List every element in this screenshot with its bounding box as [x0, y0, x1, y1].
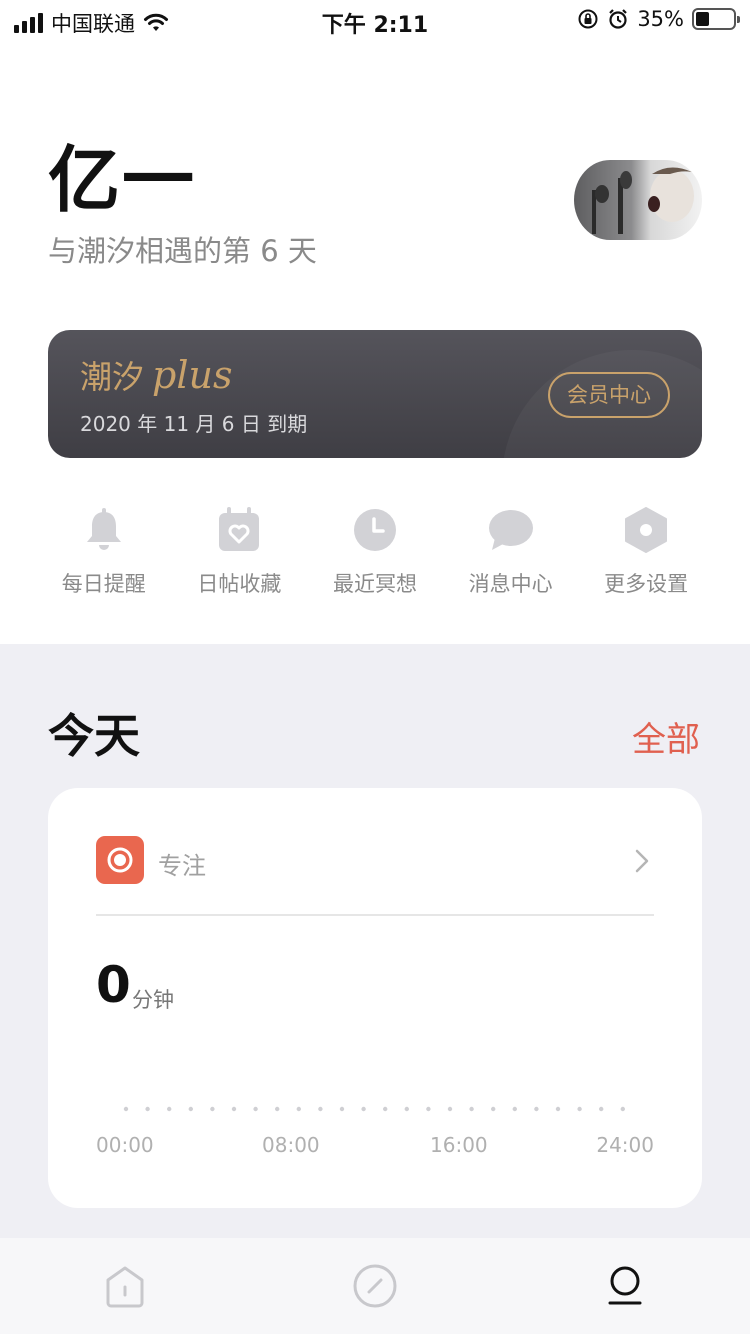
timeline-dot	[426, 1106, 431, 1112]
tab-bar	[0, 1238, 750, 1334]
alarm-icon	[609, 9, 628, 29]
plus-title-script: plus	[152, 353, 233, 397]
action-label: 每日提醒	[61, 572, 146, 596]
tick-label: 24:00	[596, 1133, 654, 1157]
timeline-dot	[447, 1106, 453, 1112]
timeline-dots	[123, 1106, 625, 1112]
action-label: 最近冥想	[332, 572, 417, 596]
view-all-link[interactable]: 全部	[632, 712, 700, 761]
plus-expiry-date: 2020 年 11 月 6 日 到期	[80, 412, 308, 436]
tick-label: 08:00	[262, 1133, 320, 1157]
focus-minutes-value: 0	[96, 956, 131, 1014]
chat-bubble-icon	[487, 506, 535, 554]
timeline-dot	[188, 1106, 193, 1112]
timeline-dot	[491, 1106, 496, 1112]
timeline-dot	[167, 1106, 172, 1112]
profile-name: 亿一	[48, 138, 197, 222]
plus-title: 潮汐 plus	[80, 352, 232, 398]
focus-label[interactable]: 专注	[158, 846, 206, 881]
tab-profile[interactable]	[500, 1238, 750, 1334]
timeline-dot	[620, 1106, 625, 1112]
battery-percent: 35%	[637, 7, 684, 31]
action-recent-meditation[interactable]: 最近冥想	[307, 506, 443, 598]
compass-icon	[353, 1264, 397, 1308]
avatar-image	[592, 167, 694, 234]
timeline-dot	[512, 1106, 517, 1112]
rotation-lock-icon	[578, 9, 598, 29]
timeline-dot	[383, 1106, 388, 1112]
tick-label: 00:00	[96, 1133, 154, 1157]
timeline-dot	[555, 1106, 561, 1112]
timeline-ticks: 00:00 08:00 16:00 24:00	[96, 1133, 654, 1159]
timeline-dot	[361, 1106, 366, 1112]
member-center-button[interactable]: 会员中心	[548, 372, 670, 418]
status-bar: 中国联通 下午 2:11 35%	[0, 0, 750, 42]
battery-icon	[692, 8, 740, 30]
timeline-dot	[577, 1106, 582, 1112]
timeline-dot	[145, 1106, 150, 1112]
today-title: 今天	[48, 709, 140, 763]
timeline-dot	[123, 1106, 129, 1112]
hexagon-settings-icon	[622, 506, 670, 554]
timeline-dot	[599, 1106, 604, 1112]
action-daily-reminder[interactable]: 每日提醒	[36, 506, 172, 598]
focus-icon	[96, 836, 144, 884]
quick-actions: 每日提醒 日帖收藏 最近冥想 消息中心 更多设置	[36, 506, 714, 598]
timeline-dot	[339, 1106, 345, 1112]
home-icon	[106, 1266, 144, 1308]
tab-home[interactable]	[0, 1238, 250, 1334]
timeline-dot	[469, 1106, 474, 1112]
clock-icon	[351, 506, 399, 554]
timeline-dot	[253, 1106, 258, 1112]
action-label: 更多设置	[604, 572, 689, 596]
user-icon	[608, 1266, 642, 1305]
focus-minutes-unit: 分钟	[132, 988, 174, 1012]
timeline-dot	[231, 1106, 237, 1112]
profile-days-subtitle: 与潮汐相遇的第 6 天	[48, 234, 317, 268]
avatar[interactable]	[574, 160, 702, 240]
action-more-settings[interactable]: 更多设置	[578, 506, 714, 598]
plus-membership-card[interactable]: 潮汐 plus 2020 年 11 月 6 日 到期 会员中心	[48, 330, 702, 458]
plus-title-text: 潮汐	[80, 358, 145, 396]
status-right: 35%	[577, 7, 740, 31]
timeline-dot	[296, 1106, 301, 1112]
bell-icon	[80, 506, 128, 554]
timeline-dot	[318, 1106, 323, 1112]
action-message-center[interactable]: 消息中心	[443, 506, 579, 598]
focus-card: 专注 0 分钟 00:00 08:00 16:00 24:00	[48, 788, 702, 1208]
timeline-dot	[275, 1106, 280, 1112]
timeline-dot	[534, 1106, 539, 1112]
action-daily-post-favorites[interactable]: 日帖收藏	[172, 506, 308, 598]
focus-divider	[96, 914, 654, 916]
calendar-heart-icon	[215, 506, 263, 554]
action-label: 日帖收藏	[197, 572, 282, 596]
action-label: 消息中心	[468, 572, 553, 596]
timeline-dot	[210, 1106, 215, 1112]
chevron-right-icon[interactable]	[630, 848, 654, 874]
tab-discover[interactable]	[250, 1238, 500, 1334]
tick-label: 16:00	[430, 1133, 488, 1157]
timeline-dot	[404, 1106, 409, 1112]
